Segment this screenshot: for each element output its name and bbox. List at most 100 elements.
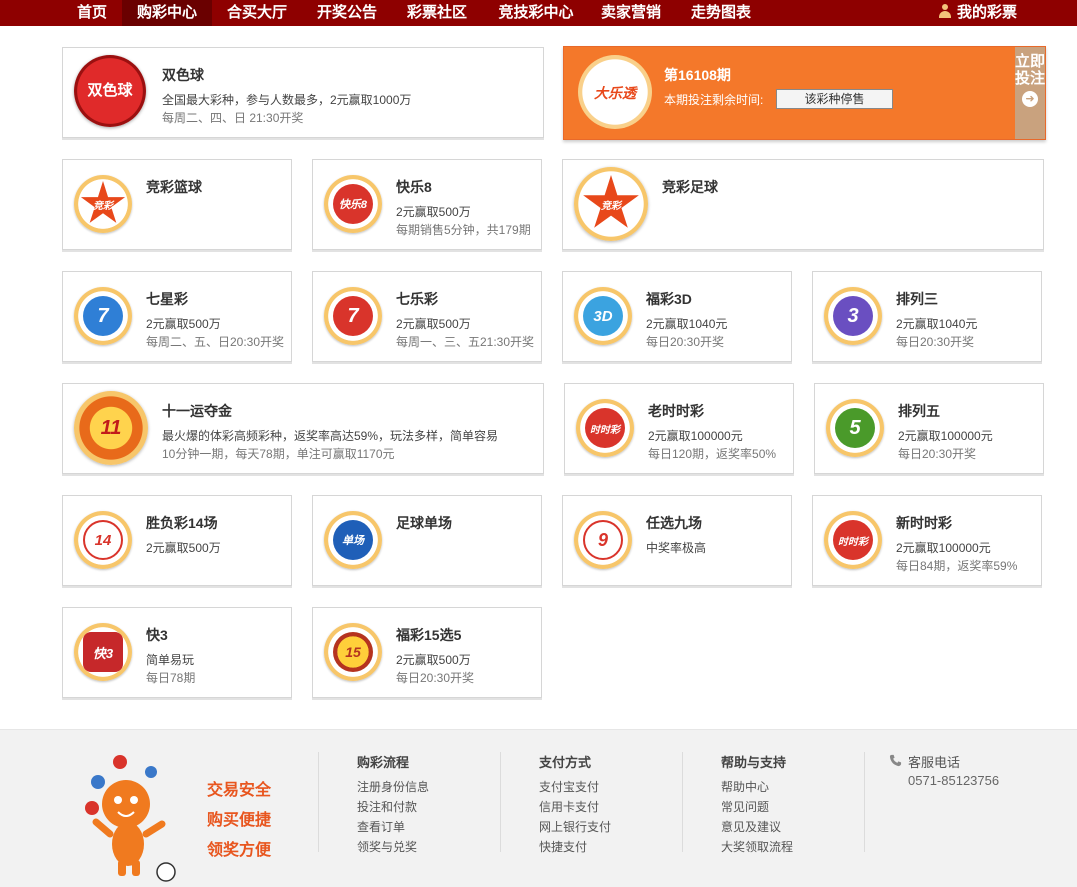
lottery-card-jclq[interactable]: 竞彩 竞彩篮球 [62, 159, 292, 250]
qlc-logo-icon: 7 [324, 287, 382, 345]
rx9-logo-text: 9 [583, 520, 623, 560]
user-icon [938, 4, 951, 18]
lottery-schedule: 每期销售5分钟，共179期 [396, 223, 531, 237]
lottery-card-qlc[interactable]: 7 七乐彩 2元赢取500万 每周一、三、五21:30开奖 [312, 271, 542, 362]
nav-home[interactable]: 首页 [62, 0, 122, 26]
nav-my-lottery-label: 我的彩票 [956, 4, 1017, 21]
promo-issue: 第16108期 [664, 67, 731, 83]
lottery-card-zqdc[interactable]: 单场 足球单场 [312, 495, 542, 586]
syydj-logo-icon: 11 [74, 391, 148, 465]
xssc-logo-text: 时时彩 [833, 520, 873, 560]
lottery-card-kl8[interactable]: 快乐8 快乐8 2元赢取500万 每期销售5分钟，共179期 [312, 159, 542, 250]
nav-community[interactable]: 彩票社区 [392, 0, 482, 26]
footer-link[interactable]: 网上银行支付 [539, 817, 611, 837]
jclq-logo-text: 竞彩 [93, 201, 113, 212]
xssc-logo-icon: 时时彩 [824, 511, 882, 569]
footer-col-title: 支付方式 [539, 755, 592, 770]
lottery-desc: 2元赢取100000元 [898, 429, 993, 443]
lssc-logo-text: 时时彩 [585, 408, 625, 448]
footer-divider [318, 752, 319, 852]
lottery-card-fc15x5[interactable]: 15 福彩15选5 2元赢取500万 每日20:30开奖 [312, 607, 542, 698]
lottery-card-fc3d[interactable]: 3D 福彩3D 2元赢取1040元 每日20:30开奖 [562, 271, 792, 362]
lottery-schedule: 每日78期 [146, 671, 196, 685]
footer-link[interactable]: 查看订单 [357, 817, 429, 837]
lottery-card-rx9[interactable]: 9 任选九场 中奖率极高 [562, 495, 792, 586]
lottery-desc: 2元赢取1040元 [896, 317, 978, 331]
slogan-convenience: 购买便捷 [207, 812, 272, 829]
service-phone-number: 0571-85123756 [908, 773, 1000, 788]
kl8-logo-icon: 快乐8 [324, 175, 382, 233]
lottery-card-ssq[interactable]: 双色球 双色球 全国最大彩种，参与人数最多，2元赢取1000万 每周二、四、日 … [62, 47, 544, 138]
lottery-card-syydj[interactable]: 11 十一运夺金 最火爆的体彩高频彩种，返奖率高达59%，玩法多样，简单容易 1… [62, 383, 544, 474]
footer-link[interactable]: 注册身份信息 [357, 777, 429, 797]
lottery-card-pl3[interactable]: 3 排列三 2元赢取1040元 每日20:30开奖 [812, 271, 1042, 362]
k3-logo-icon: 快3 [74, 623, 132, 681]
lottery-schedule: 每日20:30开奖 [646, 335, 725, 349]
lottery-desc: 2元赢取500万 [396, 653, 471, 667]
zqdc-logo-text: 单场 [333, 520, 373, 560]
top-nav: 首页 购彩中心 合买大厅 开奖公告 彩票社区 竞技彩中心 卖家营销 走势图表 我… [0, 0, 1077, 26]
footer-col-help: 帮助与支持 帮助中心 常见问题 意见及建议 大奖领取流程 [721, 752, 793, 857]
footer-col-title: 帮助与支持 [721, 755, 787, 770]
footer-link[interactable]: 信用卡支付 [539, 797, 611, 817]
lottery-desc: 2元赢取100000元 [648, 429, 743, 443]
lssc-logo-icon: 时时彩 [576, 399, 634, 457]
kl8-logo-text: 快乐8 [333, 184, 373, 224]
lottery-card-xssc[interactable]: 时时彩 新时时彩 2元赢取100000元 每日84期，返奖率59% [812, 495, 1042, 586]
footer-link[interactable]: 领奖与兑奖 [357, 837, 429, 857]
lottery-card-pl5[interactable]: 5 排列五 2元赢取100000元 每日20:30开奖 [814, 383, 1044, 474]
syydj-logo-text: 11 [100, 417, 122, 439]
lottery-name: 胜负彩14场 [146, 515, 218, 531]
lottery-desc: 2元赢取500万 [146, 541, 221, 555]
lottery-name: 快乐8 [396, 179, 432, 195]
nav-seller-marketing[interactable]: 卖家营销 [590, 0, 672, 26]
nav-trend-charts[interactable]: 走势图表 [680, 0, 762, 26]
dlt-logo-text: 大乐透 [594, 85, 636, 101]
rx9-logo-icon: 9 [574, 511, 632, 569]
lottery-schedule: 每日20:30开奖 [896, 335, 975, 349]
lottery-name: 七乐彩 [396, 291, 438, 307]
lottery-card-qxc[interactable]: 7 七星彩 2元赢取500万 每周二、五、日20:30开奖 [62, 271, 292, 362]
footer-divider [500, 752, 501, 852]
stop-sale-button[interactable]: 该彩种停售 [776, 89, 893, 109]
nav-group-buy[interactable]: 合买大厅 [212, 0, 302, 26]
ssq-logo-icon: 双色球 [74, 55, 146, 127]
fc15x5-logo-icon: 15 [324, 623, 382, 681]
footer-link[interactable]: 意见及建议 [721, 817, 793, 837]
lottery-name: 十一运夺金 [162, 403, 232, 419]
footer-divider [864, 752, 865, 852]
footer-link[interactable]: 大奖领取流程 [721, 837, 793, 857]
lottery-card-lssc[interactable]: 时时彩 老时时彩 2元赢取100000元 每日120期，返奖率50% [564, 383, 794, 474]
lottery-schedule: 每日20:30开奖 [396, 671, 475, 685]
footer-link[interactable]: 常见问题 [721, 797, 793, 817]
sfc14-logo-icon: 14 [74, 511, 132, 569]
lottery-name: 竞彩足球 [662, 179, 718, 195]
fc3d-logo-text: 3D [583, 296, 623, 336]
lottery-name: 排列三 [896, 291, 938, 307]
nav-buy-center[interactable]: 购彩中心 [122, 0, 212, 26]
buy-now-button[interactable]: 立即投注 ➜ [1015, 47, 1045, 139]
footer-link[interactable]: 投注和付款 [357, 797, 429, 817]
lottery-name: 竞彩篮球 [146, 179, 202, 195]
pl3-logo-text: 3 [833, 296, 873, 336]
nav-draw-results[interactable]: 开奖公告 [302, 0, 392, 26]
lottery-name: 足球单场 [396, 515, 452, 531]
footer-link[interactable]: 快捷支付 [539, 837, 611, 857]
lottery-card-sfc14[interactable]: 14 胜负彩14场 2元赢取500万 [62, 495, 292, 586]
footer-link[interactable]: 支付宝支付 [539, 777, 611, 797]
lottery-name: 福彩15选5 [396, 627, 462, 643]
lottery-name: 双色球 [162, 67, 204, 83]
buy-now-label: 立即投注 [1015, 53, 1046, 87]
phone-icon [889, 754, 902, 767]
nav-sports-center[interactable]: 竞技彩中心 [482, 0, 590, 26]
lottery-desc: 2元赢取100000元 [896, 541, 991, 555]
lottery-card-jczq[interactable]: 竞彩 竞彩足球 [562, 159, 1044, 250]
lottery-desc: 中奖率极高 [646, 541, 707, 555]
footer-col-payment: 支付方式 支付宝支付 信用卡支付 网上银行支付 快捷支付 [539, 752, 611, 857]
k3-logo-text: 快3 [83, 632, 123, 672]
footer-link[interactable]: 帮助中心 [721, 777, 793, 797]
lottery-card-k3[interactable]: 快3 快3 简单易玩 每日78期 [62, 607, 292, 698]
dlt-logo-icon: 大乐透 [578, 55, 652, 129]
mascot-icon [85, 755, 176, 882]
nav-my-lottery[interactable]: 我的彩票 [938, 0, 1017, 26]
